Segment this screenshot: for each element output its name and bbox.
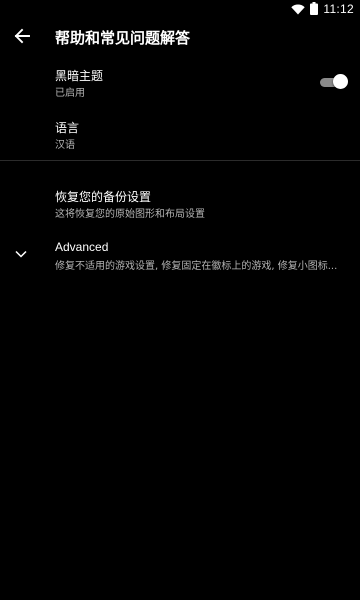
advanced-summary: 修复不适用的游戏设置, 修复固定在徽标上的游戏, 修复小图标... [55, 261, 338, 272]
section-divider [0, 160, 360, 161]
chevron-down-icon[interactable] [12, 245, 30, 263]
toggle-thumb [333, 74, 348, 89]
dark-theme-preference[interactable]: 黑暗主题 已启用 [0, 58, 360, 110]
status-bar: 11:12 [0, 0, 360, 18]
status-time: 11:12 [323, 2, 354, 16]
restore-backup-title: 恢复您的备份设置 [55, 190, 152, 204]
dark-theme-summary: 已启用 [55, 88, 85, 99]
restore-backup-summary: 这将恢复您的原始图形和布局设置 [55, 209, 205, 220]
toolbar: 帮助和常见问题解答 [0, 18, 360, 58]
language-summary: 汉语 [55, 140, 75, 151]
back-button[interactable] [8, 24, 36, 52]
language-title: 语言 [55, 121, 80, 135]
dark-theme-toggle[interactable] [318, 74, 348, 89]
restore-backup-preference[interactable]: 恢复您的备份设置 这将恢复您的原始图形和布局设置 [0, 178, 360, 228]
language-preference[interactable]: 语言 汉语 [0, 110, 360, 160]
arrow-back-icon [14, 28, 30, 48]
battery-icon [310, 0, 319, 19]
page-title: 帮助和常见问题解答 [55, 29, 191, 47]
advanced-title: Advanced [55, 240, 109, 254]
wifi-icon [291, 0, 306, 19]
advanced-preference[interactable]: Advanced 修复不适用的游戏设置, 修复固定在徽标上的游戏, 修复小图标.… [0, 232, 360, 276]
status-icons: 11:12 [291, 1, 354, 17]
dark-theme-title: 黑暗主题 [55, 69, 104, 83]
